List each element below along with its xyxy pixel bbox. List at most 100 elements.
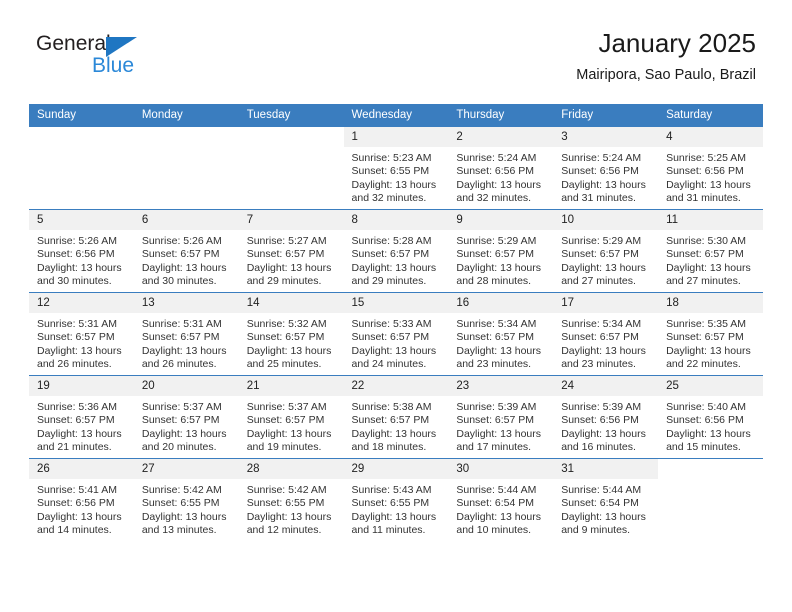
calendar-day-cell[interactable]: 30 Sunrise: 5:44 AM Sunset: 6:54 PM Dayligh… (448, 458, 554, 541)
sunrise-text: Sunrise: 5:31 AM (37, 318, 117, 330)
sunset-text: Sunset: 6:57 PM (456, 248, 535, 261)
sunrise-text: Sunrise: 5:32 AM (246, 318, 327, 330)
sunrise-text: Sunrise: 5:43 AM (351, 484, 432, 496)
day-number: 20 (133, 376, 239, 396)
calendar-day-cell[interactable]: 25 Sunrise: 5:40 AM Sunset: 6:56 PM Dayligh… (658, 375, 763, 459)
day-number: 24 (553, 376, 659, 396)
sunrise-text: Sunrise: 5:41 AM (37, 484, 117, 496)
calendar-day-cell[interactable]: 12 Sunrise: 5:31 AM Sunset: 6:57 PM Dayligh… (29, 292, 134, 376)
calendar-cell-empty (133, 126, 239, 210)
calendar-week-row: 1 Sunrise: 5:23 AM Sunset: 6:55 PM Daylight… (29, 126, 763, 210)
calendar-week-row: 12 Sunrise: 5:31 AM Sunset: 6:57 PM Dayligh… (29, 292, 763, 376)
weekday-header-saturday: Saturday (658, 104, 763, 127)
sunset-text: Sunset: 6:57 PM (456, 414, 535, 427)
day-number: 14 (238, 293, 344, 313)
day-details: Sunrise: 5:35 AM Sunset: 6:57 PM Daylight:… (658, 313, 763, 372)
calendar-day-cell[interactable]: 3 Sunrise: 5:24 AM Sunset: 6:56 PM Daylight… (553, 126, 659, 210)
day-details: Sunrise: 5:32 AM Sunset: 6:57 PM Daylight:… (239, 313, 344, 372)
sunrise-text: Sunrise: 5:40 AM (666, 401, 747, 413)
calendar-day-cell[interactable]: 14 Sunrise: 5:32 AM Sunset: 6:57 PM Dayligh… (238, 292, 344, 376)
brand-logo[interactable]: General Blue (36, 32, 166, 82)
day-details: Sunrise: 5:40 AM Sunset: 6:56 PM Daylight:… (658, 396, 763, 455)
calendar-day-cell[interactable]: 16 Sunrise: 5:34 AM Sunset: 6:57 PM Dayligh… (448, 292, 554, 376)
day-details: Sunrise: 5:41 AM Sunset: 6:56 PM Daylight:… (29, 479, 134, 538)
daylight-text: Daylight: 13 hours and 20 minutes. (141, 427, 227, 454)
day-details: Sunrise: 5:42 AM Sunset: 6:55 PM Daylight:… (134, 479, 239, 538)
calendar-day-cell[interactable]: 31 Sunrise: 5:44 AM Sunset: 6:54 PM Dayligh… (553, 458, 659, 541)
sunrise-text: Sunrise: 5:35 AM (666, 318, 747, 330)
day-number: 12 (29, 293, 134, 313)
calendar-day-cell[interactable]: 27 Sunrise: 5:42 AM Sunset: 6:55 PM Dayligh… (133, 458, 239, 541)
daylight-text: Daylight: 13 hours and 11 minutes. (351, 510, 437, 537)
calendar-day-cell[interactable]: 13 Sunrise: 5:31 AM Sunset: 6:57 PM Dayligh… (133, 292, 239, 376)
calendar-day-cell[interactable]: 26 Sunrise: 5:41 AM Sunset: 6:56 PM Dayligh… (29, 458, 134, 541)
day-number: 3 (553, 127, 659, 147)
calendar-day-cell[interactable]: 11 Sunrise: 5:30 AM Sunset: 6:57 PM Dayligh… (658, 209, 763, 293)
calendar-day-cell[interactable]: 6 Sunrise: 5:26 AM Sunset: 6:57 PM Daylight… (133, 209, 239, 293)
calendar-day-cell[interactable]: 7 Sunrise: 5:27 AM Sunset: 6:57 PM Daylight… (238, 209, 344, 293)
day-number: 18 (658, 293, 763, 313)
calendar-day-cell[interactable]: 21 Sunrise: 5:37 AM Sunset: 6:57 PM Dayligh… (238, 375, 344, 459)
calendar-day-cell[interactable]: 4 Sunrise: 5:25 AM Sunset: 6:56 PM Daylight… (658, 126, 763, 210)
day-details: Sunrise: 5:30 AM Sunset: 6:57 PM Daylight:… (658, 230, 763, 289)
daylight-text: Daylight: 13 hours and 30 minutes. (141, 261, 227, 288)
daylight-text: Daylight: 13 hours and 26 minutes. (37, 344, 122, 371)
calendar-day-cell[interactable]: 23 Sunrise: 5:39 AM Sunset: 6:57 PM Dayligh… (448, 375, 554, 459)
sunrise-text: Sunrise: 5:23 AM (351, 152, 432, 164)
calendar-day-cell[interactable]: 5 Sunrise: 5:26 AM Sunset: 6:56 PM Daylight… (29, 209, 134, 293)
page-header: General Blue January 2025 Mairipora, Sao… (0, 0, 792, 104)
sunrise-text: Sunrise: 5:37 AM (246, 401, 327, 413)
day-number: 8 (343, 210, 449, 230)
day-number: 17 (553, 293, 659, 313)
calendar-day-cell[interactable]: 19 Sunrise: 5:36 AM Sunset: 6:57 PM Dayligh… (29, 375, 134, 459)
day-number: 7 (238, 210, 344, 230)
day-details: Sunrise: 5:26 AM Sunset: 6:56 PM Daylight:… (29, 230, 134, 289)
calendar-day-cell[interactable]: 18 Sunrise: 5:35 AM Sunset: 6:57 PM Dayligh… (658, 292, 763, 376)
sunrise-text: Sunrise: 5:31 AM (141, 318, 222, 330)
calendar-week-row: 5 Sunrise: 5:26 AM Sunset: 6:56 PM Daylight… (29, 209, 763, 293)
calendar-day-cell[interactable]: 29 Sunrise: 5:43 AM Sunset: 6:55 PM Dayligh… (343, 458, 449, 541)
calendar-day-cell[interactable]: 9 Sunrise: 5:29 AM Sunset: 6:57 PM Daylight… (448, 209, 554, 293)
day-number: 13 (133, 293, 239, 313)
day-number: 23 (448, 376, 554, 396)
page-title: January 2025 (598, 28, 756, 58)
daylight-text: Daylight: 13 hours and 9 minutes. (561, 510, 646, 537)
daylight-text: Daylight: 13 hours and 16 minutes. (561, 427, 646, 454)
day-number: 19 (29, 376, 134, 396)
daylight-text: Daylight: 13 hours and 29 minutes. (246, 261, 332, 288)
day-number: 10 (553, 210, 659, 230)
day-number: 31 (553, 459, 659, 479)
daylight-text: Daylight: 13 hours and 27 minutes. (666, 261, 751, 288)
calendar-day-cell[interactable]: 24 Sunrise: 5:39 AM Sunset: 6:56 PM Dayligh… (553, 375, 659, 459)
weekday-header-friday: Friday (553, 104, 659, 127)
weekday-header-sunday: Sunday (29, 104, 134, 127)
calendar-day-cell[interactable]: 15 Sunrise: 5:33 AM Sunset: 6:57 PM Dayligh… (343, 292, 449, 376)
calendar-day-cell[interactable]: 17 Sunrise: 5:34 AM Sunset: 6:57 PM Dayligh… (553, 292, 659, 376)
calendar-day-cell[interactable]: 1 Sunrise: 5:23 AM Sunset: 6:55 PM Daylight… (343, 126, 449, 210)
calendar-day-cell[interactable]: 8 Sunrise: 5:28 AM Sunset: 6:57 PM Daylight… (343, 209, 449, 293)
calendar-day-cell[interactable]: 22 Sunrise: 5:38 AM Sunset: 6:57 PM Dayligh… (343, 375, 449, 459)
day-details: Sunrise: 5:37 AM Sunset: 6:57 PM Daylight:… (239, 396, 344, 455)
daylight-text: Daylight: 13 hours and 17 minutes. (456, 427, 542, 454)
day-number: 5 (29, 210, 134, 230)
weekday-header-monday: Monday (133, 104, 239, 127)
calendar-day-cell[interactable]: 10 Sunrise: 5:29 AM Sunset: 6:57 PM Dayligh… (553, 209, 659, 293)
day-details: Sunrise: 5:27 AM Sunset: 6:57 PM Daylight:… (239, 230, 344, 289)
sunrise-text: Sunrise: 5:39 AM (561, 401, 642, 413)
day-details: Sunrise: 5:43 AM Sunset: 6:55 PM Daylight:… (344, 479, 449, 538)
calendar-day-cell[interactable]: 20 Sunrise: 5:37 AM Sunset: 6:57 PM Dayligh… (133, 375, 239, 459)
sunrise-text: Sunrise: 5:42 AM (246, 484, 327, 496)
day-details: Sunrise: 5:31 AM Sunset: 6:57 PM Daylight:… (29, 313, 134, 372)
calendar-cell-empty (238, 126, 344, 210)
daylight-text: Daylight: 13 hours and 32 minutes. (351, 178, 437, 205)
sunrise-text: Sunrise: 5:25 AM (666, 152, 747, 164)
sunrise-text: Sunrise: 5:33 AM (351, 318, 432, 330)
sunset-text: Sunset: 6:57 PM (456, 331, 535, 344)
sunset-text: Sunset: 6:57 PM (666, 248, 744, 261)
day-number: 27 (133, 459, 239, 479)
weekday-header-wednesday: Wednesday (343, 104, 449, 127)
calendar-day-cell[interactable]: 28 Sunrise: 5:42 AM Sunset: 6:55 PM Dayligh… (238, 458, 344, 541)
sunset-text: Sunset: 6:57 PM (351, 414, 430, 427)
calendar-day-cell[interactable]: 2 Sunrise: 5:24 AM Sunset: 6:56 PM Daylight… (448, 126, 554, 210)
daylight-text: Daylight: 13 hours and 15 minutes. (666, 427, 751, 454)
